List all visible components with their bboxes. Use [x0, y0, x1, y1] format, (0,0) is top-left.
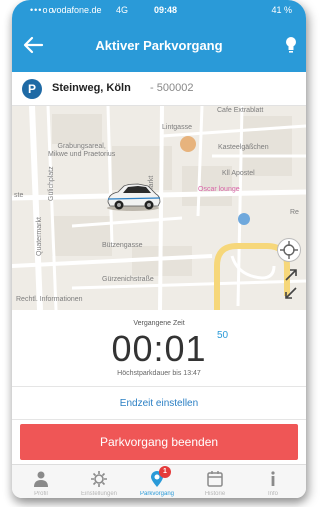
- tab-historie[interactable]: Historie: [186, 465, 244, 498]
- tab-info[interactable]: Info: [244, 465, 302, 498]
- crosshair-icon: [280, 241, 298, 259]
- navigation-bar: Aktiver Parkvorgang: [12, 20, 306, 72]
- calendar-icon: [207, 471, 223, 487]
- status-time: 09:48: [154, 5, 178, 15]
- status-bar: •••oo vodafone.de 4G 09:48 41 %: [12, 0, 306, 20]
- network-type: 4G: [116, 5, 129, 15]
- person-icon: [34, 471, 48, 487]
- map-label-quatermarkt: Quatermarkt: [36, 217, 43, 256]
- map-label-apostel: Kll Apostel: [222, 170, 255, 177]
- lightbulb-icon[interactable]: [284, 36, 298, 54]
- carrier-name: vodafone.de: [52, 5, 102, 15]
- expand-arrows-icon: [285, 269, 297, 299]
- battery-level: 41 %: [271, 5, 292, 15]
- map-label-gurzenichstrasse: Gürzenichstraße: [102, 276, 154, 283]
- end-parking-button[interactable]: Parkvorgang beenden: [20, 424, 298, 460]
- elapsed-time-value: 00:01: [111, 328, 207, 369]
- map-label-kasteelgasse: Kasteelgäßchen: [218, 144, 269, 151]
- set-end-time-link[interactable]: Endzeit einstellen: [12, 386, 306, 420]
- map-label-ste: ste: [14, 192, 24, 199]
- gear-icon: [91, 471, 107, 487]
- map-view[interactable]: Cafe Extrablatt Lintgasse Grabungsareal,…: [12, 106, 306, 310]
- tab-bar: Profil Einstellungen 1 Parkvorgang Histo…: [12, 464, 306, 498]
- phone-screen: •••oo vodafone.de 4G 09:48 41 % Aktiver …: [12, 0, 306, 498]
- page-title: Aktiver Parkvorgang: [95, 38, 223, 53]
- map-label-cafe: Cafe Extrablatt: [217, 107, 264, 114]
- elapsed-seconds: 50: [217, 330, 229, 341]
- zone-code: - 500002: [150, 82, 194, 94]
- tab-einstellungen[interactable]: Einstellungen: [70, 465, 128, 498]
- tab-parkvorgang[interactable]: 1 Parkvorgang: [128, 465, 186, 498]
- notification-badge: 1: [159, 466, 171, 478]
- expand-map-button[interactable]: [280, 266, 302, 302]
- street-name: Steinweg, Köln: [52, 82, 131, 94]
- locate-me-button[interactable]: [277, 238, 301, 262]
- max-parking-duration: Höchstparkdauer bis 13:47: [117, 370, 201, 377]
- parking-location-header: P Steinweg, Köln - 500002: [12, 72, 306, 106]
- elapsed-time-panel: Vergangene Zeit 00:01 50 Höchstparkdauer…: [12, 310, 306, 386]
- map-label-grabungsareal: Grabungsareal, Mikwe und Praetorius: [48, 143, 116, 158]
- map-label-re: Re: [290, 209, 299, 216]
- info-icon: [271, 471, 275, 486]
- tab-profil[interactable]: Profil: [12, 465, 70, 498]
- car-icon[interactable]: [104, 182, 162, 212]
- map-legal-link[interactable]: Rechtl. Informationen: [16, 296, 83, 303]
- map-label-lintgasse: Lintgasse: [162, 124, 192, 131]
- map-label-gulichplatz: Gülichplatz: [48, 166, 55, 201]
- map-label-oscar: Oscar lounge: [198, 186, 240, 193]
- map-label-buetzengasse: Bützengasse: [102, 242, 143, 249]
- signal-strength: •••oo: [30, 5, 55, 15]
- elapsed-time-label: Vergangene Zeit: [133, 320, 185, 327]
- parking-pin-icon: P: [22, 79, 42, 99]
